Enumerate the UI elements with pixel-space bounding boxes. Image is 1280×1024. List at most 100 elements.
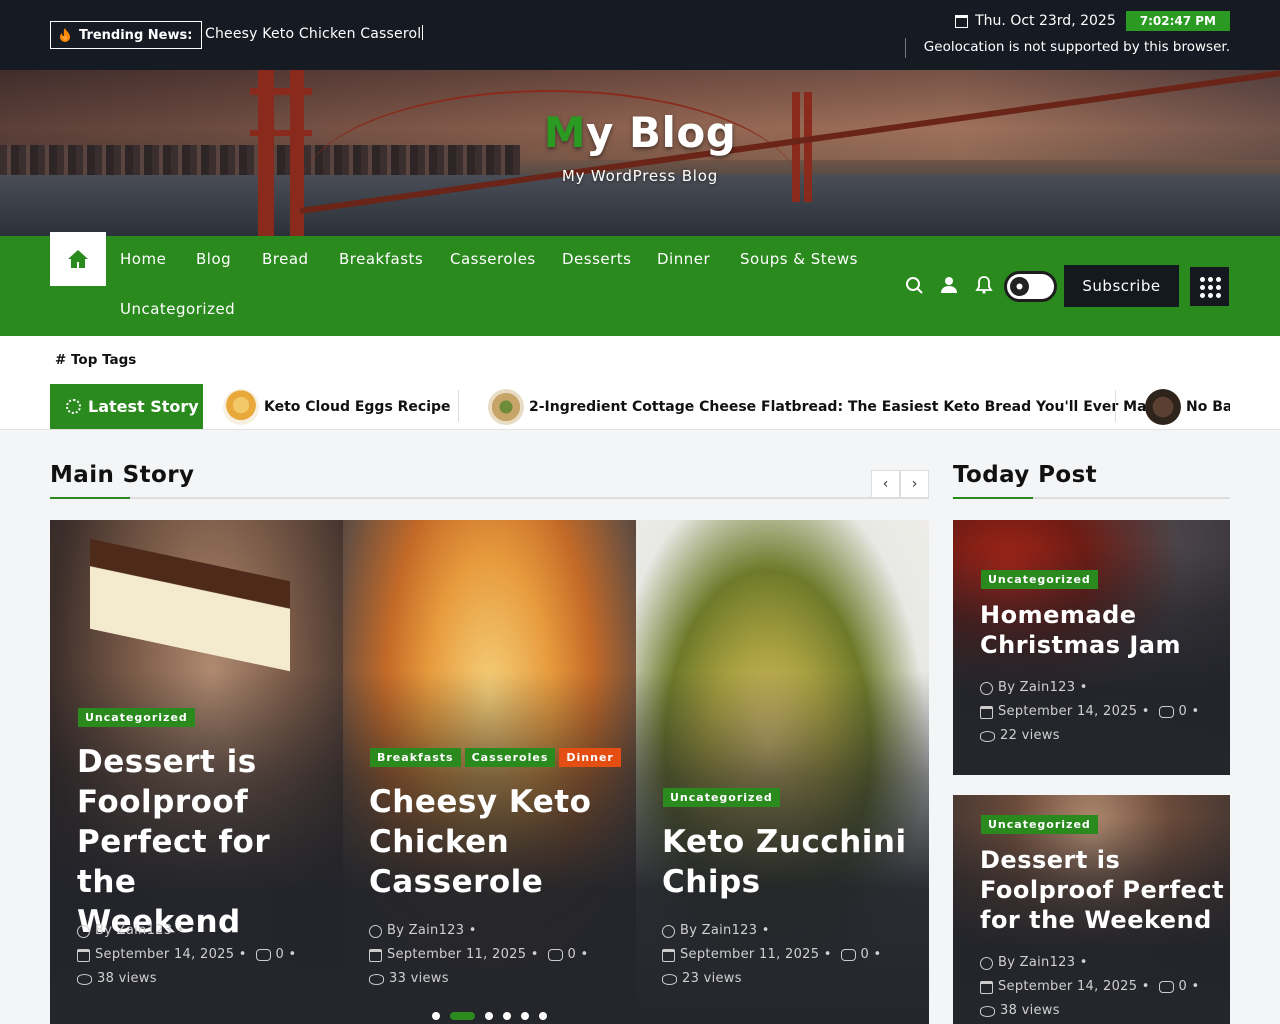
card-comments[interactable]: 0: [1179, 700, 1188, 724]
category-badge[interactable]: Breakfasts: [370, 748, 461, 767]
nav-item-breakfasts[interactable]: Breakfasts: [339, 250, 423, 268]
eye-icon: [980, 730, 995, 742]
calendar-icon: [980, 705, 993, 719]
underline-accent: [953, 497, 1033, 499]
calendar-icon: [662, 948, 675, 962]
nav-item-uncategorized[interactable]: Uncategorized: [120, 300, 235, 318]
geolocation-message: Geolocation is not supported by this bro…: [904, 38, 1230, 58]
nav-item-casseroles[interactable]: Casseroles: [450, 250, 536, 268]
nav-item-blog[interactable]: Blog: [196, 250, 231, 268]
card-meta: By Zain123 • September 11, 2025 • 0 • 23…: [662, 919, 882, 991]
card-title-line: Christmas Jam: [980, 631, 1181, 659]
card-author[interactable]: By Zain123: [998, 951, 1075, 975]
chevron-right-icon[interactable]: ›: [900, 470, 929, 498]
pagination-dot[interactable]: [503, 1012, 511, 1020]
top-bar: Trending News: Cheesy Keto Chicken Casse…: [0, 0, 1280, 70]
card-title[interactable]: Dessert is Foolproof Perfect for the Wee…: [77, 742, 337, 942]
grid-dot: [1200, 277, 1205, 282]
ticker-item[interactable]: 2-Ingredient Cottage Cheese Flatbread: T…: [488, 388, 1165, 425]
home-button[interactable]: [50, 232, 106, 286]
card-author[interactable]: By Zain123: [95, 919, 172, 943]
card-title-line: Homemade: [980, 601, 1137, 629]
category-badge[interactable]: Casseroles: [464, 748, 556, 767]
card-categories: Uncategorized: [663, 788, 780, 807]
site-title-first-letter: M: [543, 108, 586, 157]
hash-icon: #: [55, 352, 72, 368]
card-author[interactable]: By Zain123: [387, 919, 464, 943]
card-title-line: Chips: [662, 864, 761, 900]
category-badge[interactable]: Uncategorized: [663, 788, 780, 807]
chevron-left-icon[interactable]: ‹: [871, 470, 900, 498]
main-navigation: Home Blog Bread Breakfasts Casseroles De…: [0, 232, 1280, 336]
today-post-card[interactable]: Uncategorized Dessert is Foolproof Perfe…: [953, 795, 1230, 1024]
pagination-dot[interactable]: [521, 1012, 529, 1020]
subscribe-button[interactable]: Subscribe: [1064, 265, 1179, 307]
card-title[interactable]: Keto Zucchini Chips: [662, 822, 922, 902]
category-badge[interactable]: Uncategorized: [981, 815, 1098, 834]
card-author[interactable]: By Zain123: [680, 919, 757, 943]
card-date: September 14, 2025: [998, 704, 1138, 719]
home-icon: [68, 250, 88, 268]
comment-icon: [1158, 706, 1174, 718]
ticker-item-title: Keto Cloud Eggs Recipe: [264, 398, 451, 415]
tags-ticker-strip: # Top Tags Latest Story Keto Cloud Eggs …: [0, 336, 1280, 430]
card-comments[interactable]: 0: [861, 943, 870, 967]
pagination-dot[interactable]: [432, 1012, 440, 1020]
card-categories: Breakfasts Casseroles Dinner: [370, 748, 621, 767]
search-icon[interactable]: [905, 276, 923, 294]
site-title-rest: y Blog: [585, 108, 737, 157]
card-title[interactable]: Homemade Christmas Jam: [980, 600, 1220, 660]
calendar-icon: [980, 980, 993, 994]
comment-icon: [547, 949, 563, 961]
story-card[interactable]: Uncategorized Dessert is Foolproof Perfe…: [50, 520, 343, 1024]
card-title[interactable]: Cheesy Keto Chicken Casserole: [369, 782, 629, 902]
ticker-thumbnail: [1145, 388, 1181, 425]
header-banner: My Blog My WordPress Blog: [0, 70, 1280, 236]
user-circle-icon: [980, 681, 993, 695]
story-card[interactable]: Uncategorized Keto Zucchini Chips By Zai…: [636, 520, 929, 1024]
nav-item-dinner[interactable]: Dinner: [657, 250, 710, 268]
ticker-item[interactable]: No Bal: [1145, 388, 1230, 425]
card-image-cheesecake: [90, 538, 290, 672]
card-comments[interactable]: 0: [568, 943, 577, 967]
ticker-item[interactable]: Keto Cloud Eggs Recipe: [223, 388, 451, 425]
category-badge[interactable]: Uncategorized: [78, 708, 195, 727]
card-views: 38 views: [1000, 1003, 1060, 1018]
nav-item-home[interactable]: Home: [120, 250, 166, 268]
apps-grid-button[interactable]: [1190, 267, 1229, 306]
dark-mode-toggle[interactable]: [1004, 271, 1057, 302]
today-post-card[interactable]: Uncategorized Homemade Christmas Jam By …: [953, 520, 1230, 775]
trending-headline[interactable]: Cheesy Keto Chicken Casserol: [205, 25, 423, 42]
card-comments[interactable]: 0: [1179, 975, 1188, 999]
trending-label: Trending News:: [79, 27, 193, 43]
category-badge[interactable]: Dinner: [559, 748, 621, 767]
category-badge[interactable]: Uncategorized: [981, 570, 1098, 589]
pagination-dot[interactable]: [539, 1012, 547, 1020]
user-icon[interactable]: [940, 276, 958, 294]
main-story-underline: [50, 497, 929, 499]
grid-dot: [1208, 293, 1213, 298]
latest-story-label: Latest Story: [50, 384, 203, 429]
card-title-line: Dessert is: [980, 846, 1121, 874]
pagination-dot[interactable]: [485, 1012, 493, 1020]
site-title[interactable]: My Blog: [0, 108, 1280, 157]
nav-item-soups-stews[interactable]: Soups & Stews: [740, 250, 858, 268]
card-comments[interactable]: 0: [276, 943, 285, 967]
card-title[interactable]: Dessert is Foolproof Perfect for the Wee…: [980, 845, 1225, 935]
story-card[interactable]: Breakfasts Casseroles Dinner Cheesy Keto…: [343, 520, 636, 1024]
pagination-dot-active[interactable]: [450, 1012, 475, 1020]
card-title-line: Dessert is: [77, 744, 257, 780]
bell-icon[interactable]: [975, 276, 993, 294]
ticker-item-title: 2-Ingredient Cottage Cheese Flatbread: T…: [529, 398, 1165, 415]
user-circle-icon: [77, 924, 90, 938]
card-views: 38 views: [97, 971, 157, 986]
spinner-icon: [66, 399, 81, 414]
card-title-line: for the Weekend: [980, 906, 1212, 934]
latest-story-text: Latest Story: [88, 397, 199, 416]
grid-dot: [1208, 277, 1213, 282]
nav-item-desserts[interactable]: Desserts: [562, 250, 632, 268]
calendar-icon: [369, 948, 382, 962]
nav-item-bread[interactable]: Bread: [262, 250, 309, 268]
grid-dot: [1208, 285, 1213, 290]
card-author[interactable]: By Zain123: [998, 676, 1075, 700]
